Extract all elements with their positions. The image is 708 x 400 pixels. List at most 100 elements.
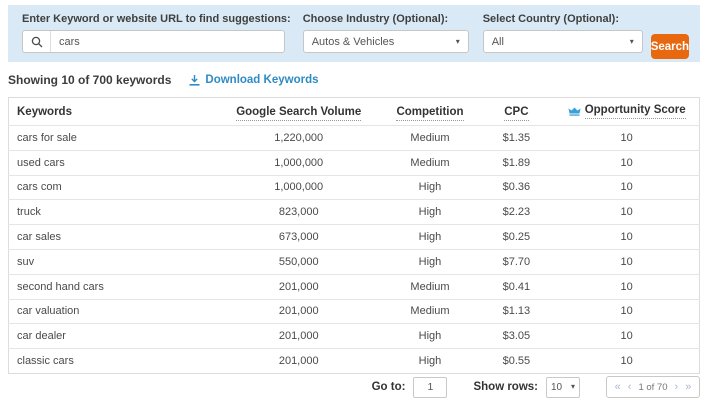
column-header-cpc[interactable]: CPC [478,98,554,126]
download-icon [189,75,200,86]
keyword-tool-page: Enter Keyword or website URL to find sug… [0,0,708,400]
show-rows-label: Show rows: [473,381,538,393]
table-row[interactable]: car sales 673,000 High $0.25 10 [9,225,700,250]
keyword-cell: car sales [9,225,216,250]
search-volume-cell: 201,000 [216,299,382,324]
opportunity-score-cell: 10 [554,126,699,151]
opportunity-score-cell: 10 [554,225,699,250]
pagination-next-button[interactable]: › [675,382,679,393]
industry-select[interactable]: Autos & Vehicles ▾ [303,30,469,53]
cpc-cell: $0.25 [478,225,554,250]
keyword-cell: car dealer [9,324,216,349]
table-body: cars for sale 1,220,000 Medium $1.35 10 … [9,126,700,374]
competition-cell: High [382,200,479,225]
cpc-cell: $0.36 [478,175,554,200]
show-rows-value: 10 [551,382,562,393]
pagination: « ‹ 1 of 70 › » [606,376,700,398]
column-header-competition[interactable]: Competition [382,98,479,126]
keyword-cell: truck [9,200,216,225]
opportunity-score-cell: 10 [554,150,699,175]
opportunity-score-cell: 10 [554,274,699,299]
competition-cell: High [382,225,479,250]
keyword-input-group [22,30,285,53]
chevron-down-icon: ▾ [456,38,460,46]
cpc-cell: $0.41 [478,274,554,299]
column-header-keywords: Keywords [9,98,216,126]
results-bar: Showing 10 of 700 keywords Download Keyw… [8,73,319,87]
chevron-down-icon: ▾ [630,38,634,46]
goto-page-input[interactable] [413,377,447,398]
cpc-cell: $0.55 [478,349,554,374]
keyword-cell: cars com [9,175,216,200]
table-header-row: Keywords Google Search Volume Competitio… [9,98,700,126]
keyword-field-group: Enter Keyword or website URL to find sug… [22,13,291,53]
industry-field-group: Choose Industry (Optional): Autos & Vehi… [303,13,469,53]
search-toolbar: Enter Keyword or website URL to find sug… [8,5,700,62]
cpc-cell: $2.23 [478,200,554,225]
table-header: Keywords Google Search Volume Competitio… [9,98,700,126]
pagination-prev-button[interactable]: ‹ [628,382,632,393]
cpc-cell: $1.35 [478,126,554,151]
competition-cell: Medium [382,299,479,324]
cpc-cell: $1.13 [478,299,554,324]
search-volume-cell: 1,220,000 [216,126,382,151]
opportunity-score-cell: 10 [554,324,699,349]
competition-cell: High [382,349,479,374]
country-field-label: Select Country (Optional): [483,13,643,25]
crown-icon [568,107,581,116]
opportunity-score-cell: 10 [554,349,699,374]
cpc-cell: $3.05 [478,324,554,349]
goto-label: Go to: [372,381,406,393]
industry-field-label: Choose Industry (Optional): [303,13,469,25]
keyword-cell: car valuation [9,299,216,324]
table-row[interactable]: second hand cars 201,000 Medium $0.41 10 [9,274,700,299]
opportunity-score-cell: 10 [554,249,699,274]
search-volume-cell: 823,000 [216,200,382,225]
competition-cell: Medium [382,274,479,299]
keywords-table: Keywords Google Search Volume Competitio… [8,97,700,374]
table-row[interactable]: classic cars 201,000 High $0.55 10 [9,349,700,374]
search-volume-cell: 201,000 [216,349,382,374]
search-volume-cell: 673,000 [216,225,382,250]
pagination-first-button[interactable]: « [615,382,621,393]
table-footer: Go to: Show rows: 10 ▾ « ‹ 1 of 70 › » [0,376,700,398]
table-row[interactable]: cars for sale 1,220,000 Medium $1.35 10 [9,126,700,151]
table-row[interactable]: cars com 1,000,000 High $0.36 10 [9,175,700,200]
cpc-cell: $7.70 [478,249,554,274]
search-volume-cell: 201,000 [216,324,382,349]
competition-cell: Medium [382,150,479,175]
opportunity-score-cell: 10 [554,299,699,324]
table-row[interactable]: truck 823,000 High $2.23 10 [9,200,700,225]
keyword-input[interactable] [51,31,284,52]
keyword-field-label: Enter Keyword or website URL to find sug… [22,13,291,25]
keyword-cell: used cars [9,150,216,175]
column-header-search-volume[interactable]: Google Search Volume [216,98,382,126]
search-icon [23,31,51,52]
competition-cell: High [382,175,479,200]
competition-cell: Medium [382,126,479,151]
search-volume-cell: 1,000,000 [216,150,382,175]
search-volume-cell: 550,000 [216,249,382,274]
opportunity-score-cell: 10 [554,175,699,200]
table-row[interactable]: car valuation 201,000 Medium $1.13 10 [9,299,700,324]
country-field-group: Select Country (Optional): All ▾ [483,13,643,53]
chevron-down-icon: ▾ [571,383,575,391]
search-button[interactable]: Search [651,34,689,59]
column-header-opportunity-score[interactable]: Opportunity Score [554,98,699,126]
country-select-value: All [492,36,504,48]
table-row[interactable]: used cars 1,000,000 Medium $1.89 10 [9,150,700,175]
country-select[interactable]: All ▾ [483,30,643,53]
industry-select-value: Autos & Vehicles [312,36,395,48]
download-keywords-link[interactable]: Download Keywords [189,74,318,86]
download-keywords-label: Download Keywords [205,74,318,86]
competition-cell: High [382,249,479,274]
pagination-last-button[interactable]: » [685,382,691,393]
table-row[interactable]: car dealer 201,000 High $3.05 10 [9,324,700,349]
competition-cell: High [382,324,479,349]
search-volume-cell: 1,000,000 [216,175,382,200]
table-row[interactable]: suv 550,000 High $7.70 10 [9,249,700,274]
show-rows-select[interactable]: 10 ▾ [546,377,580,398]
keyword-cell: cars for sale [9,126,216,151]
results-count-text: Showing 10 of 700 keywords [8,73,171,87]
opportunity-score-cell: 10 [554,200,699,225]
